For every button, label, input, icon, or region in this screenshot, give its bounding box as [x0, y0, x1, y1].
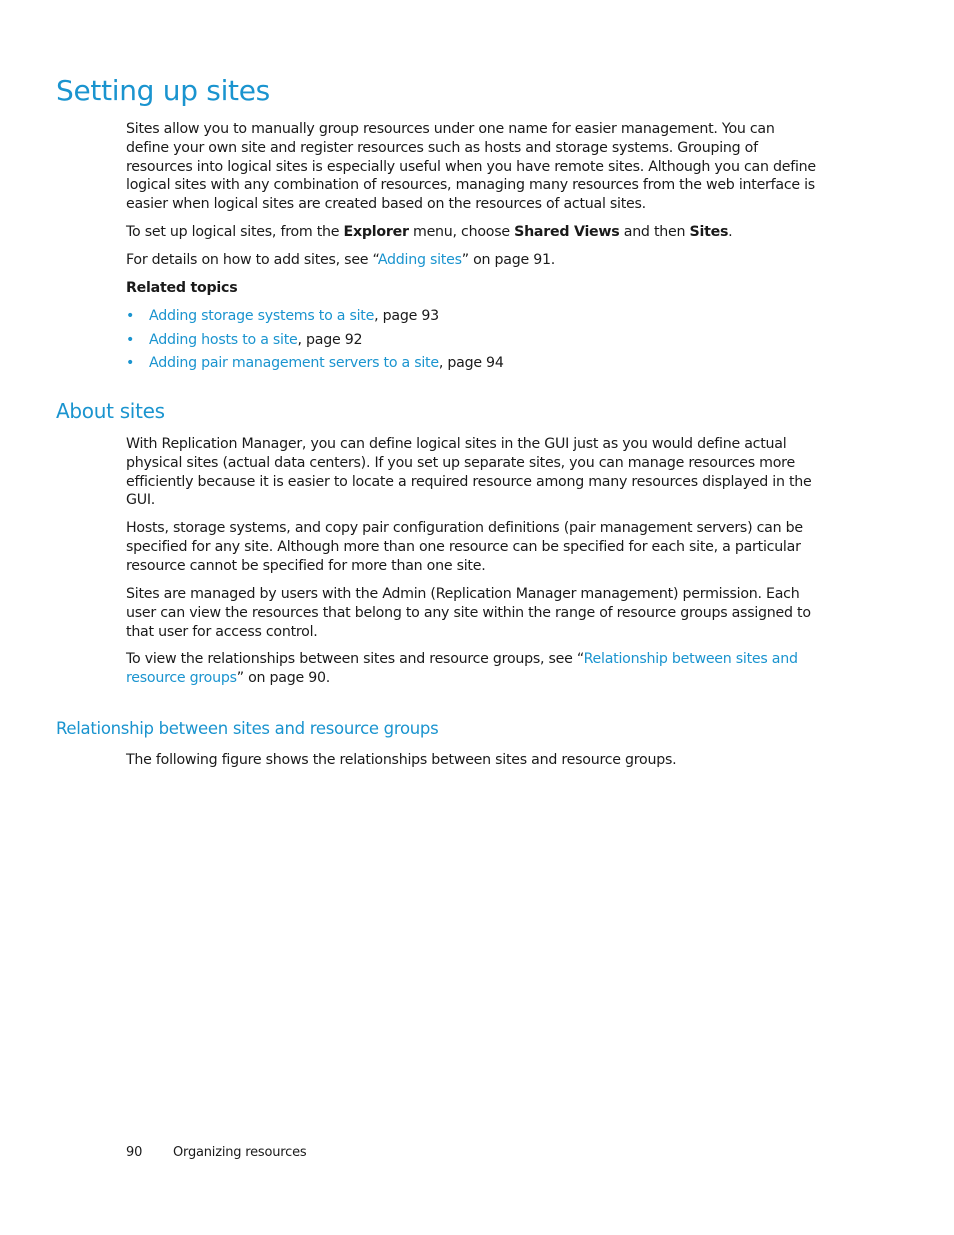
bullet-icon: • [126, 331, 135, 348]
para-text: ” on page 90. [236, 669, 331, 686]
page-ref: , page 93 [374, 308, 439, 324]
adding-sites-link[interactable]: Adding sites [378, 252, 462, 268]
instruction-text: To set up logical sites, from the [126, 224, 344, 240]
related-link-pair-management[interactable]: Adding pair management servers to a site [149, 355, 439, 371]
instruction-text: and then [619, 224, 690, 240]
details-paragraph: For details on how to add sites, see “Ad… [126, 251, 816, 270]
details-text: For details on how to add sites, see “ [126, 252, 378, 268]
menu-explorer: Explorer [343, 224, 409, 240]
list-item: • Adding pair management servers to a sit… [126, 353, 504, 377]
related-topics-list: • Adding storage systems to a site, page … [126, 306, 504, 377]
chapter-title: Organizing resources [173, 1145, 307, 1160]
page-ref: , page 94 [438, 355, 504, 371]
list-item: • Adding hosts to a site, page 92 [126, 330, 504, 354]
menu-shared-views: Shared Views [514, 224, 620, 240]
bullet-icon: • [126, 308, 135, 324]
bullet-icon: • [126, 355, 135, 371]
instruction-text: . [728, 224, 733, 240]
page-title: Setting up sites [56, 74, 270, 107]
related-topics-heading: Related topics [126, 279, 816, 298]
list-item: • Adding storage systems to a site, page … [126, 306, 504, 330]
instruction-text: menu, choose [408, 224, 515, 240]
setup-instructions: To set up logical sites, from the Explor… [126, 223, 816, 242]
related-topics-label: Related topics [126, 280, 238, 296]
menu-sites: Sites [689, 224, 729, 240]
page-number: 90 [126, 1145, 143, 1160]
about-paragraph-2: Hosts, storage systems, and copy pair co… [126, 520, 803, 574]
relationship-heading: Relationship between sites and resource … [56, 719, 439, 738]
details-text: ” on page 91. [461, 252, 556, 268]
para-text: To view the relationships between sites … [126, 651, 584, 667]
page-ref: , page 92 [297, 331, 363, 348]
related-link-storage-systems[interactable]: Adding storage systems to a site [149, 308, 374, 324]
relationship-paragraph: The following figure shows the relations… [126, 752, 677, 768]
setting-up-intro: Sites allow you to manually group resour… [126, 121, 816, 213]
about-sites-heading: About sites [56, 399, 165, 423]
related-link-hosts[interactable]: Adding hosts to a site [149, 332, 298, 348]
about-paragraph-3: Sites are managed by users with the Admi… [126, 586, 811, 640]
about-paragraph-1: With Replication Manager, you can define… [126, 436, 812, 509]
about-paragraph-4: To view the relationships between sites … [126, 650, 816, 688]
